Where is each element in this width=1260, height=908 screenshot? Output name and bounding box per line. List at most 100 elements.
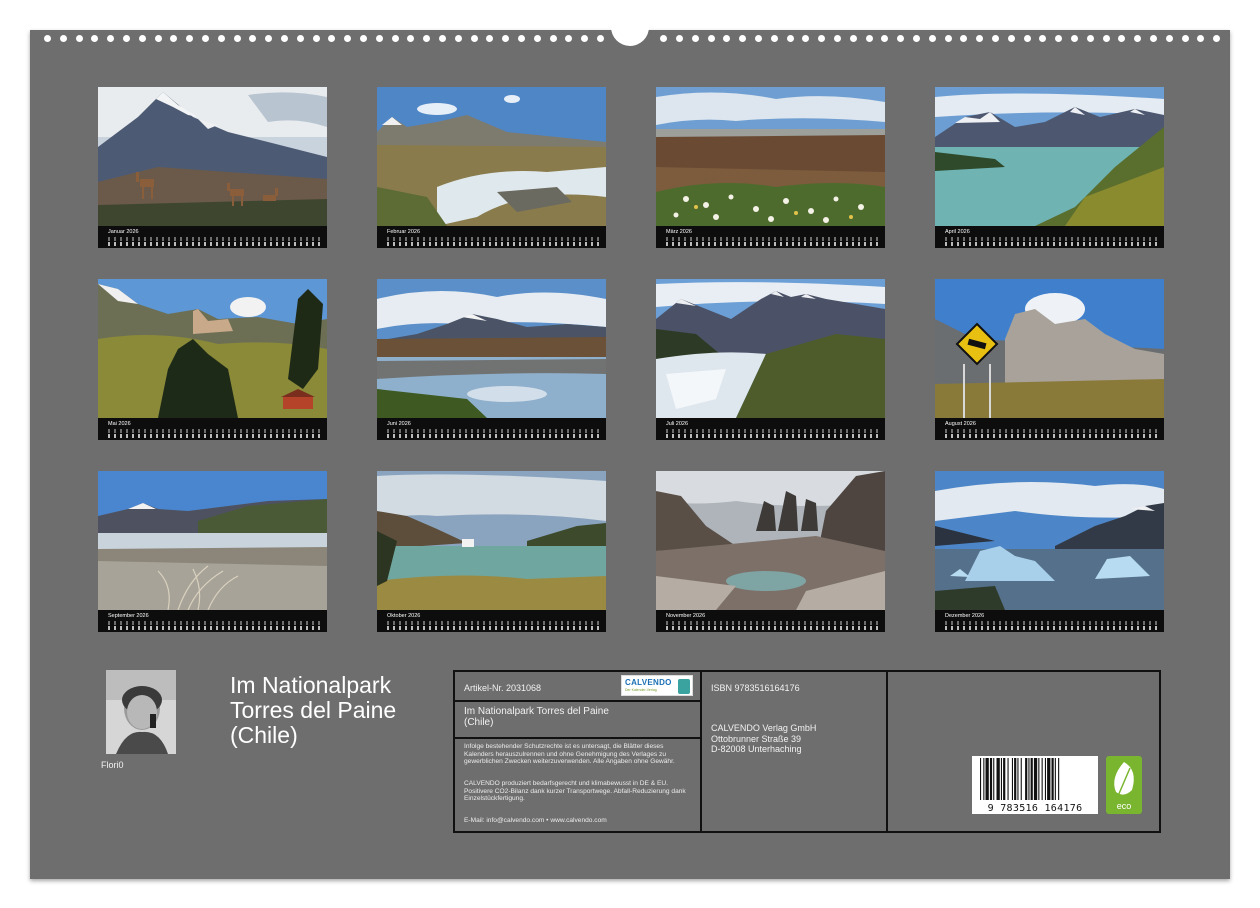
binding-hole [1055,35,1063,42]
binding-hole [928,35,936,42]
month-photo [98,87,327,226]
publisher-line: D-82008 Unterhaching [711,744,802,754]
barcode-bar [1007,758,1009,800]
barcode-digits: 9 783516 164176 [972,803,1098,814]
barcode-bar [989,758,993,800]
day-row [666,434,878,438]
title-line: Im Nationalpark [230,672,392,698]
binding-hole [375,35,383,42]
barcode-bar [1058,758,1060,800]
month-photo [656,279,885,418]
month-name: Juli 2026 [666,421,689,427]
weekday-row [945,429,1157,433]
month-photo [377,87,606,226]
barcode-bar [1054,758,1056,800]
binding-hole [913,35,920,42]
barcode-bar [1011,758,1013,800]
day-row [108,242,320,246]
binding-hole [186,35,194,42]
calendar-strip: Juli 2026 [656,418,885,440]
weekday-row [387,429,599,433]
calendar-title: Im Nationalpark Torres del Paine (Chile) [230,673,440,748]
barcode-bar [1033,758,1038,800]
calendar-strip: Januar 2026 [98,226,327,248]
binding-hole [439,35,446,42]
binding-hole [407,35,415,42]
binding-hole [44,35,51,42]
binding-hole [454,35,462,42]
binding-hole [1150,35,1157,42]
calendar-strip: Juni 2026 [377,418,606,440]
month-thumbnail: Juli 2026 [656,279,885,440]
barcode-bar [1014,758,1017,800]
binding-hole [1102,35,1110,42]
binding-hole [233,35,241,42]
barcode-bar [1038,758,1040,800]
binding-hole [992,35,999,42]
binding-hole [91,35,99,42]
binding-hole [802,35,810,42]
binding-hole [723,35,731,42]
binding-hole [770,35,778,42]
binding-hole [423,35,431,42]
binding-hole [1023,35,1031,42]
eco-label: eco [1116,801,1132,811]
calendar-strip: April 2026 [935,226,1164,248]
binding-hole [786,35,794,42]
binding-hole [1039,35,1047,42]
weekday-row [666,429,878,433]
barcode-bar [983,758,985,800]
isbn: ISBN 9783516164176 [711,683,800,693]
barcode-bar [1028,758,1030,800]
weekday-row [387,237,599,241]
binding-hole [470,35,478,42]
barcode-bar [993,758,995,800]
binding-hole [312,35,320,42]
logo-wordmark: CALVENDO [625,678,672,687]
contact-notice: E-Mail: info@calvendo.com • www.calvendo… [464,817,607,824]
copyright-notice: Infolge bestehender Schutzrechte ist es … [464,743,675,765]
binding-hole [707,35,715,42]
binding-hole [818,35,826,42]
binding-hole [834,35,841,42]
barcode-bar [1003,758,1006,800]
calvendo-logo: CALVENDO Der Kalender-Verlag [621,675,693,696]
binding-hole [660,35,668,42]
day-row [387,626,599,630]
binding-hole [123,35,130,42]
barcode-bar [1000,758,1002,800]
day-row [666,242,878,246]
weekday-row [666,237,878,241]
binding-hole [344,35,352,42]
barcode-bar [1025,758,1028,800]
production-notice: CALVENDO produziert bedarfsgerecht und k… [464,780,686,802]
binding-hole [960,35,968,42]
binding-hole [296,35,304,42]
month-name: Januar 2026 [108,229,139,235]
barcode-bar [985,758,989,800]
binding-hole [75,35,83,42]
calendar-strip: Oktober 2026 [377,610,606,632]
month-photo [656,87,885,226]
binding-hole [154,35,162,42]
binding-hole [518,35,525,42]
day-row [108,626,320,630]
weekday-row [945,621,1157,625]
month-thumbnail: Januar 2026 [98,87,327,248]
calendar-strip: November 2026 [656,610,885,632]
weekday-row [945,237,1157,241]
barcode-bar [1051,758,1054,800]
day-row [945,242,1157,246]
month-thumbnail: Oktober 2026 [377,471,606,632]
day-row [108,434,320,438]
binding-hole [138,35,146,42]
barcode-bar [1041,758,1043,800]
calendar-back-page: Januar 2026 Februar 2026 März 2026 April… [30,16,1230,879]
month-thumbnail: April 2026 [935,87,1164,248]
day-row [387,242,599,246]
calendar-strip: Mai 2026 [98,418,327,440]
weekday-row [108,429,320,433]
month-photo [935,471,1164,610]
barcode-bar [1017,758,1019,800]
month-name: November 2026 [666,613,706,619]
